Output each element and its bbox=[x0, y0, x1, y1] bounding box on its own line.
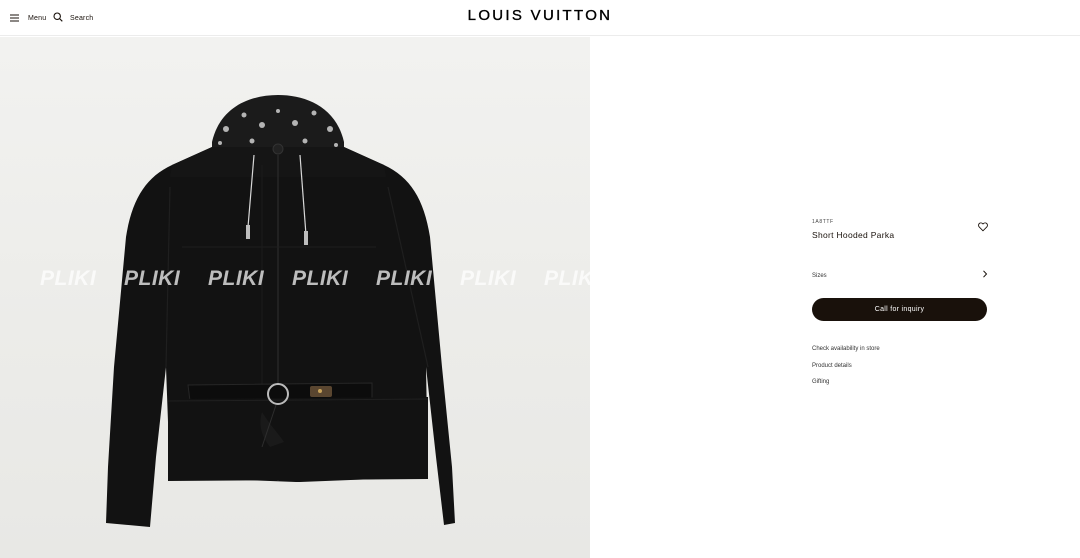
watermark-text: PLIKI bbox=[460, 267, 517, 290]
site-header: Menu Search LOUIS VUITTON bbox=[0, 0, 1080, 36]
product-image: PLIKI PLIKI PLIKI PLIKI PLIKI PLIKI PLIK… bbox=[0, 37, 590, 558]
brand-logo[interactable]: LOUIS VUITTON bbox=[0, 7, 1080, 24]
sizes-label: Sizes bbox=[812, 273, 827, 279]
product-info: 1A8TTF Short Hooded Parka bbox=[812, 219, 988, 240]
check-availability-link[interactable]: Check availability in store bbox=[812, 346, 880, 363]
watermark-text: PLIKI bbox=[544, 267, 590, 290]
watermark-text: PLIKI bbox=[376, 267, 433, 290]
product-details-link[interactable]: Product details bbox=[812, 363, 880, 380]
watermark-text: PLIKI bbox=[124, 267, 181, 290]
sizes-selector[interactable]: Sizes bbox=[812, 264, 988, 279]
heart-icon bbox=[978, 219, 988, 236]
gifting-link[interactable]: Gifting bbox=[812, 379, 880, 396]
chevron-right-icon bbox=[982, 265, 988, 283]
product-reference: 1A8TTF bbox=[812, 219, 834, 225]
jacket-illustration bbox=[106, 95, 455, 527]
watermark-text: PLIKI bbox=[208, 267, 265, 290]
call-for-inquiry-button[interactable]: Call for inquiry bbox=[812, 298, 987, 321]
wishlist-button[interactable] bbox=[978, 219, 988, 237]
watermark-text: PLIKI bbox=[40, 267, 97, 290]
product-links: Check availability in store Product deta… bbox=[812, 346, 880, 396]
product-title: Short Hooded Parka bbox=[812, 230, 895, 240]
watermark-text: PLIKI bbox=[292, 267, 349, 290]
